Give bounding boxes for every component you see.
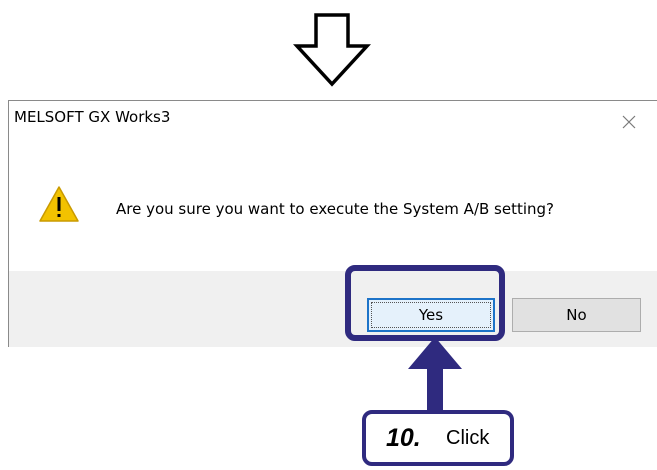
dialog-titlebar: MELSOFT GX Works3 [9, 101, 657, 141]
dialog-content: Are you sure you want to execute the Sys… [9, 141, 657, 271]
close-icon[interactable] [615, 108, 643, 136]
yes-button-highlight [345, 265, 505, 341]
no-button[interactable]: No [512, 298, 641, 332]
confirmation-dialog: MELSOFT GX Works3 Are you sure you want … [8, 100, 657, 347]
step-callout: 10. Click [362, 410, 514, 466]
warning-icon [39, 186, 79, 222]
no-button-label: No [566, 306, 587, 324]
step-number: 10. [386, 424, 421, 452]
dialog-message: Are you sure you want to execute the Sys… [116, 200, 555, 218]
up-arrow-icon [408, 337, 462, 415]
down-arrow-icon [293, 13, 371, 87]
step-action: Click [446, 427, 490, 449]
dialog-button-bar: Yes No [9, 271, 657, 347]
dialog-title: MELSOFT GX Works3 [14, 108, 171, 126]
